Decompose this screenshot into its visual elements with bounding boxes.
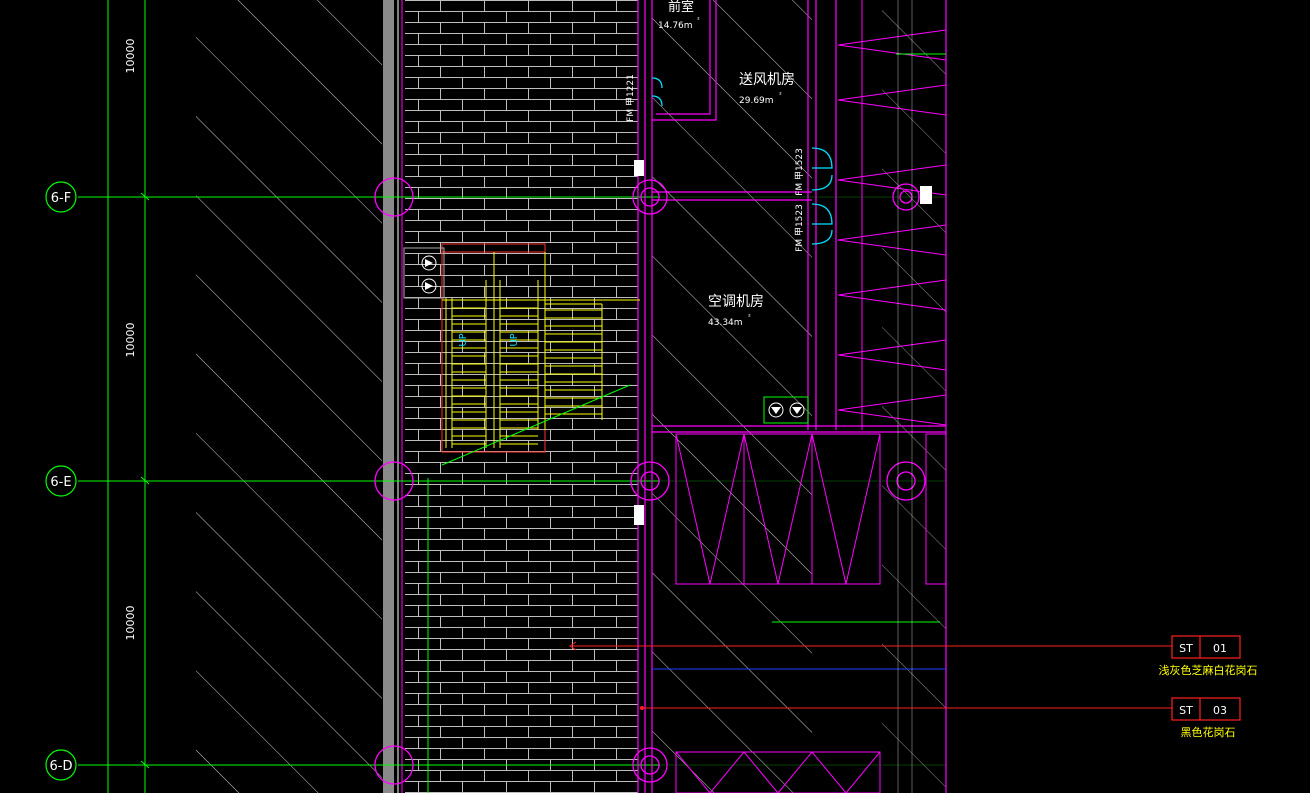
grid-axis-6F: 6-F	[45, 181, 77, 213]
stair-up-label: UP	[509, 333, 520, 346]
material-desc: 黑色花岗石	[1181, 725, 1236, 739]
room-area: 29.69m	[739, 96, 774, 106]
cad-drawing: 6-F 6-E 6-D 10000 10000 10000 UP UP FM 甲…	[45, 0, 1258, 793]
room-area-sup: ²	[697, 16, 700, 24]
door-label: FM 甲1523	[794, 148, 805, 196]
dimension-text: 10000	[124, 323, 137, 358]
door-label: FM 甲1221	[625, 74, 636, 122]
room-area: 14.76m	[658, 21, 693, 31]
door-label: FM 甲1523	[794, 204, 805, 252]
room-area-sup: ²	[748, 313, 751, 321]
axis-label: 6-E	[50, 475, 71, 490]
dimension-text: 10000	[124, 606, 137, 641]
grid-axis-6E: 6-E	[45, 465, 77, 497]
grid-axis-6D: 6-D	[45, 749, 77, 781]
wall-grey	[383, 0, 394, 793]
hatch-region-left	[196, 0, 382, 793]
material-number: 01	[1213, 642, 1227, 655]
dimension-text: 10000	[124, 39, 137, 74]
room-name: 前室	[668, 0, 694, 15]
room-name: 空调机房	[708, 294, 764, 310]
material-tag-st01: ST 01 浅灰色芝麻白花岗石	[1159, 635, 1258, 677]
room-area: 43.34m	[708, 318, 743, 328]
material-desc: 浅灰色芝麻白花岗石	[1159, 663, 1258, 677]
room-name: 送风机房	[739, 72, 795, 88]
axis-label: 6-D	[50, 759, 73, 774]
room-area-sup: ²	[779, 91, 782, 99]
dimension-lines	[107, 0, 150, 793]
material-number: 03	[1213, 704, 1227, 717]
material-code: ST	[1179, 704, 1193, 717]
material-code: ST	[1179, 642, 1193, 655]
material-tag-st03: ST 03 黑色花岗石	[1171, 697, 1241, 739]
stair-up-label: UP	[458, 333, 469, 346]
axis-label: 6-F	[51, 191, 71, 206]
